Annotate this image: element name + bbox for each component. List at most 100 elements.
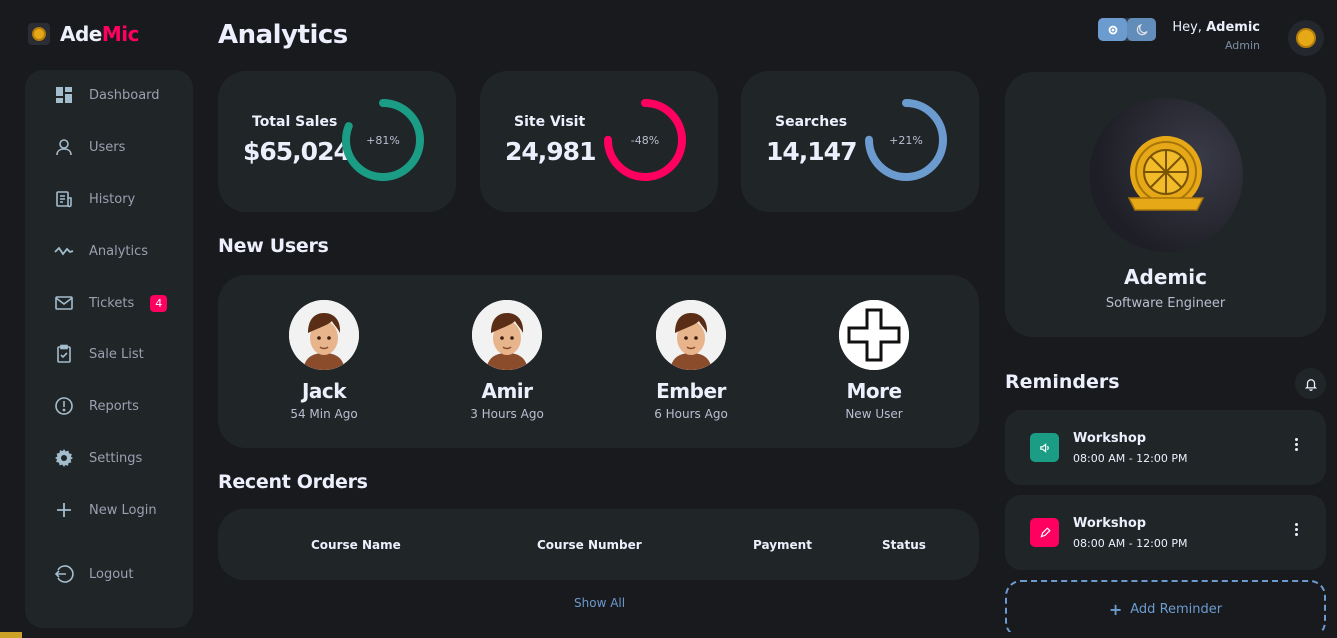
profile-role: Software Engineer xyxy=(1105,296,1226,311)
show-all-link[interactable]: Show All xyxy=(574,596,625,610)
stat-change: +21% xyxy=(889,133,923,147)
mail-icon xyxy=(53,292,75,314)
stat-label: Searches xyxy=(775,114,848,130)
clipboard-icon xyxy=(53,343,75,365)
stat-value: 14,147 xyxy=(766,137,857,166)
user-name: Amir xyxy=(481,379,533,403)
sidebar-item-dashboard[interactable]: Dashboard xyxy=(25,75,193,115)
user-icon xyxy=(53,136,75,158)
stat-change: +81% xyxy=(366,133,400,147)
user-time: 6 Hours Ago xyxy=(654,407,728,421)
sidebar-item-users[interactable]: Users xyxy=(25,127,193,167)
sidebar: Dashboard Users History Analytics Ticket… xyxy=(25,70,193,628)
sidebar-item-label: Analytics xyxy=(89,243,149,259)
receipt-icon xyxy=(53,188,75,210)
user-card[interactable]: Jack 54 Min Ago xyxy=(254,300,394,421)
stat-value: 24,981 xyxy=(505,137,596,166)
user-avatar xyxy=(289,300,359,370)
sidebar-item-label: Tickets xyxy=(89,295,135,311)
stat-card-sales: Total Sales $65,024 +81% xyxy=(218,71,456,212)
user-greeting: Hey, Ademic Admin xyxy=(1150,20,1260,52)
sidebar-item-settings[interactable]: Settings xyxy=(25,438,193,478)
greeting-user-name: Ademic xyxy=(1206,20,1260,35)
sidebar-item-sale-list[interactable]: Sale List xyxy=(25,334,193,374)
logout-icon xyxy=(53,563,75,585)
orders-table: Course Name Course Number Payment Status xyxy=(218,509,979,580)
profile-photo xyxy=(1089,98,1243,252)
sidebar-item-label: Reports xyxy=(89,398,139,414)
stat-change: -48% xyxy=(630,133,660,147)
sidebar-item-label: History xyxy=(89,191,136,207)
new-users-panel: Jack 54 Min Ago Amir 3 Hours Ago Ember 6… xyxy=(218,275,979,448)
sidebar-item-label: Logout xyxy=(89,566,134,582)
volume-icon xyxy=(1030,433,1059,462)
sun-icon[interactable] xyxy=(1098,18,1127,41)
profile-name: Ademic xyxy=(1124,265,1207,289)
reminders-title: Reminders xyxy=(1005,371,1120,393)
logo-icon xyxy=(1127,136,1205,211)
add-reminder-button[interactable]: + Add Reminder xyxy=(1005,580,1326,638)
reminder-card[interactable]: Workshop 08:00 AM - 12:00 PM xyxy=(1005,410,1326,485)
sidebar-item-label: Users xyxy=(89,139,126,155)
reminder-title: Workshop xyxy=(1073,431,1147,446)
new-users-title: New Users xyxy=(218,235,329,257)
edit-icon xyxy=(1030,518,1059,547)
sidebar-item-label: Dashboard xyxy=(89,87,160,103)
sidebar-item-label: Settings xyxy=(89,450,143,466)
stat-label: Total Sales xyxy=(252,114,338,130)
reminder-time: 08:00 AM - 12:00 PM xyxy=(1073,452,1188,465)
avatar[interactable] xyxy=(1288,20,1324,56)
stat-card-visits: Site Visit 24,981 -48% xyxy=(480,71,718,212)
greeting-text: Hey, xyxy=(1172,20,1202,35)
plus-icon xyxy=(53,499,75,521)
user-avatar xyxy=(656,300,726,370)
more-vert-icon[interactable] xyxy=(1291,523,1301,543)
brand-name: AdeMic xyxy=(60,22,139,46)
sidebar-item-tickets[interactable]: Tickets 4 xyxy=(25,283,193,323)
column-header: Course Number xyxy=(537,538,642,552)
profile-card: Ademic Software Engineer xyxy=(1005,72,1326,337)
analytics-icon xyxy=(53,240,75,262)
column-header: Status xyxy=(882,538,926,552)
more-vert-icon[interactable] xyxy=(1291,438,1301,458)
report-icon xyxy=(53,395,75,417)
column-header: Payment xyxy=(753,538,812,552)
user-time: New User xyxy=(845,407,903,421)
tickets-badge: 4 xyxy=(150,294,168,312)
sidebar-item-history[interactable]: History xyxy=(25,179,193,219)
gear-icon xyxy=(53,447,75,469)
page-title: Analytics xyxy=(218,20,348,50)
user-name: More xyxy=(846,379,902,403)
user-avatar xyxy=(472,300,542,370)
user-card[interactable]: Amir 3 Hours Ago xyxy=(437,300,577,421)
sidebar-item-analytics[interactable]: Analytics xyxy=(25,231,193,271)
user-card[interactable]: Ember 6 Hours Ago xyxy=(621,300,761,421)
stat-card-searches: Searches 14,147 +21% xyxy=(741,71,979,212)
sidebar-item-logout[interactable]: Logout xyxy=(25,554,193,594)
more-users-card[interactable]: More New User xyxy=(804,300,944,421)
user-name: Jack xyxy=(301,379,347,403)
status-strip xyxy=(0,632,1337,638)
reminder-title: Workshop xyxy=(1073,516,1147,531)
plus-icon xyxy=(839,300,909,370)
user-time: 3 Hours Ago xyxy=(470,407,544,421)
plus-icon: + xyxy=(1108,599,1123,619)
reminder-time: 08:00 AM - 12:00 PM xyxy=(1073,537,1188,550)
stat-label: Site Visit xyxy=(514,114,586,130)
user-time: 54 Min Ago xyxy=(290,407,358,421)
user-name: Ember xyxy=(656,379,726,403)
sidebar-item-reports[interactable]: Reports xyxy=(25,386,193,426)
dashboard-icon xyxy=(53,84,75,106)
column-header: Course Name xyxy=(311,538,401,552)
sidebar-item-label: New Login xyxy=(89,502,157,518)
user-role: Admin xyxy=(1224,39,1260,52)
sidebar-item-label: Sale List xyxy=(89,346,144,362)
reminder-card[interactable]: Workshop 08:00 AM - 12:00 PM xyxy=(1005,495,1326,570)
bell-icon[interactable] xyxy=(1295,368,1326,399)
theme-toggle[interactable] xyxy=(1098,18,1156,41)
logo-icon xyxy=(28,23,50,45)
stat-value: $65,024 xyxy=(243,137,351,166)
add-reminder-label: Add Reminder xyxy=(1130,601,1223,617)
brand[interactable]: AdeMic xyxy=(28,22,139,46)
sidebar-item-new-login[interactable]: New Login xyxy=(25,490,193,530)
